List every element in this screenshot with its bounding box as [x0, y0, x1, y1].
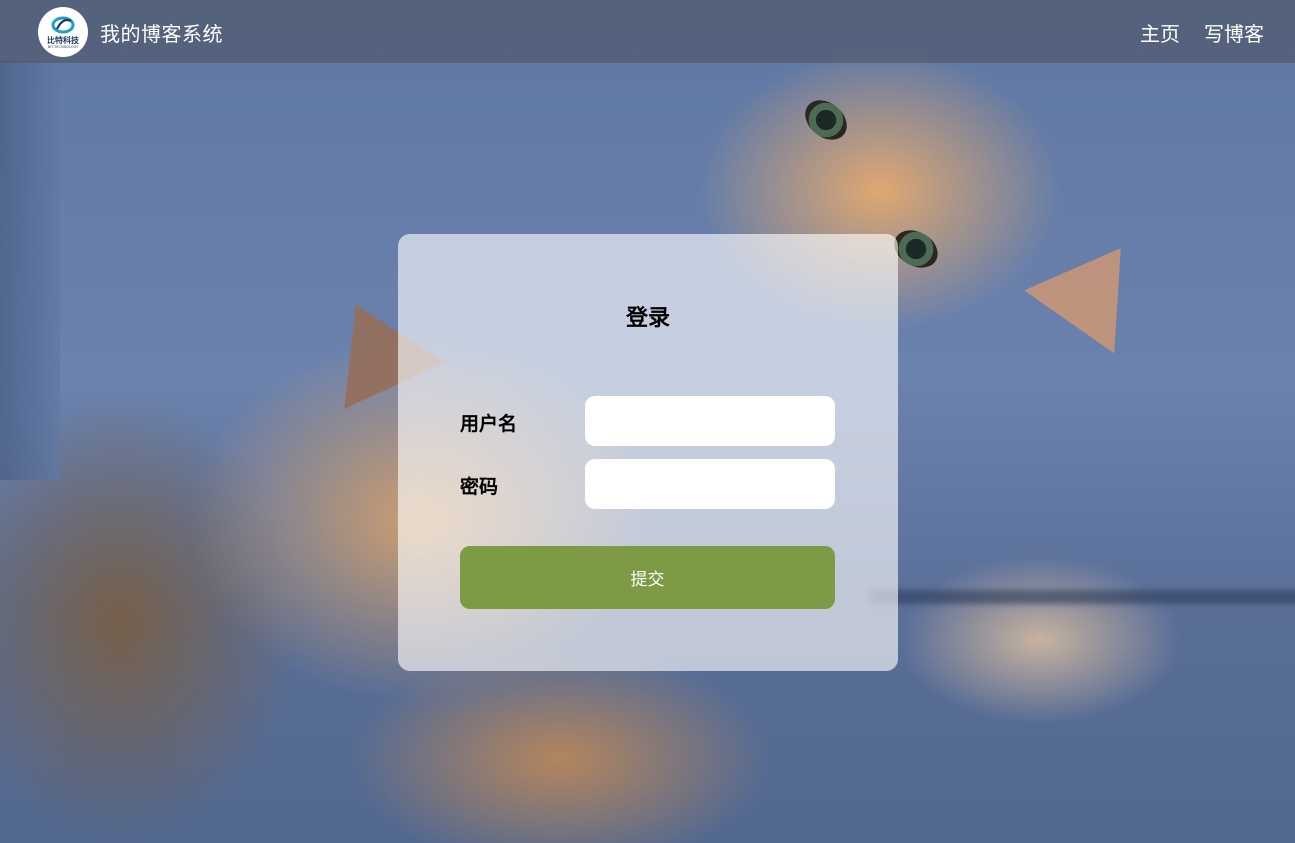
- password-label: 密码: [460, 476, 499, 498]
- cat-ear-shape: [1024, 216, 1166, 354]
- login-card: 登录 用户名 密码 提交: [398, 234, 898, 671]
- site-title: 我的博客系统: [100, 22, 223, 46]
- login-page: 比特科技 BIT-TECHNOLOGY 我的博客系统 主页 写博客 登录 用户名…: [0, 0, 1295, 843]
- top-navbar: 比特科技 BIT-TECHNOLOGY 我的博客系统 主页 写博客: [0, 0, 1295, 63]
- nav-link-write-blog[interactable]: 写博客: [1204, 18, 1264, 47]
- sofa-seam: [870, 590, 1295, 604]
- nav-link-home[interactable]: 主页: [1140, 18, 1180, 47]
- login-title: 登录: [625, 306, 670, 331]
- logo-text: 比特科技: [47, 36, 79, 45]
- logo-mark-icon: [51, 16, 75, 34]
- logo-subtext: BIT-TECHNOLOGY: [47, 45, 79, 49]
- submit-button[interactable]: 提交: [460, 546, 835, 609]
- cat-eye-shape: [797, 92, 855, 148]
- nav-links: 主页 写博客: [1140, 18, 1264, 47]
- password-input[interactable]: [585, 459, 835, 509]
- bit-tech-logo-icon[interactable]: 比特科技 BIT-TECHNOLOGY: [38, 7, 88, 57]
- username-label: 用户名: [460, 413, 518, 435]
- username-input[interactable]: [585, 396, 835, 446]
- sofa-cushion: [0, 60, 60, 480]
